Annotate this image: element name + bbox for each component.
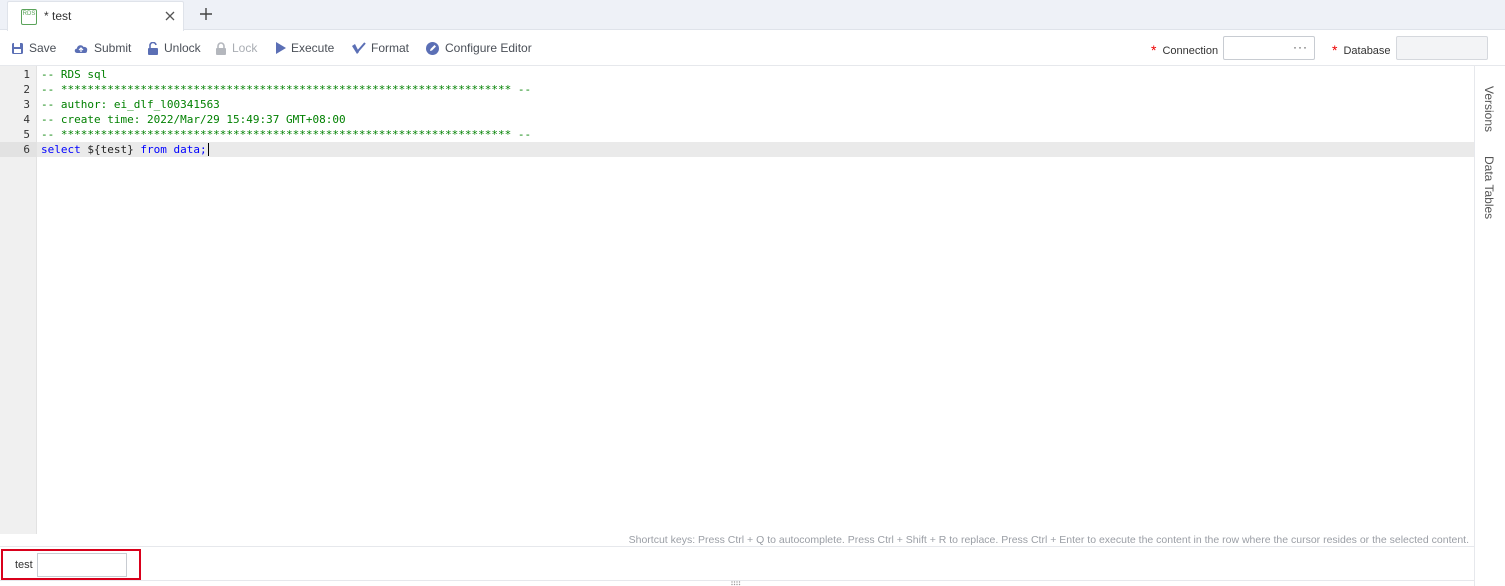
execute-label: Execute (291, 41, 335, 55)
required-mark: * (1332, 42, 1338, 58)
resize-handle-icon[interactable] (731, 580, 741, 586)
execute-button[interactable]: Execute (275, 40, 334, 56)
code-line: -- create time: 2022/Mar/29 15:49:37 GMT… (41, 113, 346, 126)
unlock-button[interactable]: Unlock (147, 40, 201, 56)
code-line: -- author: ei_dlf_l00341563 (41, 98, 220, 111)
sql-keyword: from (140, 143, 167, 156)
save-icon (12, 42, 23, 54)
line-number: 3 (23, 98, 30, 111)
line-number-gutter: 1 2 3 4 5 6 (0, 66, 37, 534)
line-number: 5 (23, 128, 30, 141)
connection-label: * Connection (1151, 42, 1219, 58)
param-label: test (15, 559, 33, 571)
data-tables-tab[interactable]: Data Tables (1482, 156, 1496, 219)
add-tab-icon[interactable] (199, 7, 213, 21)
line-number: 2 (23, 83, 30, 96)
submit-button[interactable]: Submit (73, 40, 131, 56)
divider (0, 546, 1474, 547)
tab-title: * test (44, 9, 72, 23)
code-line: select ${test} from data; (41, 142, 209, 157)
configure-editor-label: Configure Editor (445, 41, 532, 55)
database-select[interactable] (1396, 36, 1488, 60)
more-icon[interactable]: ··· (1293, 40, 1308, 54)
lock-icon (216, 41, 226, 55)
param-input[interactable] (37, 553, 127, 577)
sql-editor[interactable]: 1 2 3 4 5 6 -- RDS sql -- **************… (0, 66, 1474, 534)
database-label: * Database (1332, 42, 1391, 58)
code-line: -- *************************************… (41, 83, 532, 96)
code-line: -- *************************************… (41, 128, 532, 141)
cloud-upload-icon (74, 44, 88, 53)
tab-bar: RDS * test (0, 0, 1505, 31)
tab-test[interactable]: RDS * test (7, 1, 184, 31)
lock-label: Lock (232, 41, 258, 55)
toolbar: Save Submit Unlock Lock Execute Format C… (0, 30, 1505, 66)
close-icon[interactable] (164, 10, 176, 22)
shortcut-hint: Shortcut keys: Press Ctrl + Q to autocom… (628, 534, 1469, 546)
versions-tab[interactable]: Versions (1482, 86, 1496, 132)
save-label: Save (29, 41, 57, 55)
sql-keyword: select (41, 143, 81, 156)
parameter-panel: test (1, 549, 141, 580)
connection-select[interactable]: ··· (1223, 36, 1315, 60)
line-number: 1 (23, 68, 30, 81)
side-panel: Versions Data Tables (1474, 66, 1505, 586)
lock-button[interactable]: Lock (215, 40, 257, 56)
submit-label: Submit (94, 41, 132, 55)
save-button[interactable]: Save (11, 40, 56, 56)
rds-icon: RDS (21, 9, 37, 25)
line-number: 6 (0, 142, 37, 157)
active-line-highlight (37, 142, 1474, 157)
code-line: -- RDS sql (41, 68, 108, 81)
unlock-label: Unlock (164, 41, 201, 55)
sql-text: data; (166, 143, 207, 156)
format-button[interactable]: Format (351, 40, 409, 56)
format-label: Format (371, 41, 410, 55)
format-brush-icon (352, 41, 366, 54)
unlock-icon (148, 41, 158, 55)
required-mark: * (1151, 42, 1157, 58)
sql-text: ${test} (80, 143, 141, 156)
configure-editor-button[interactable]: Configure Editor (425, 40, 532, 56)
settings-edit-icon (426, 41, 439, 55)
line-number: 4 (23, 113, 30, 126)
play-icon (276, 42, 286, 54)
